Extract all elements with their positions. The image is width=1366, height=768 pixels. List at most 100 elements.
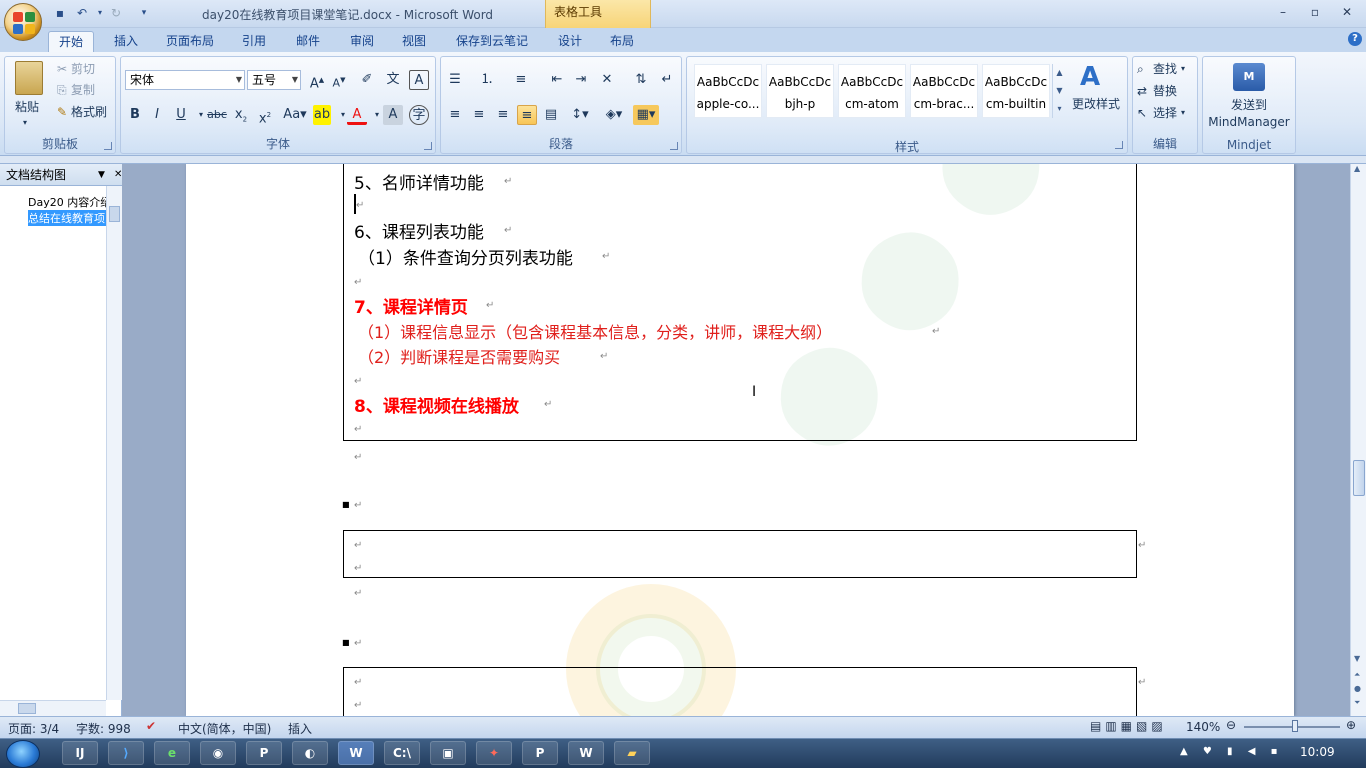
select-icon[interactable]: ↖	[1137, 105, 1147, 121]
grow-font-icon[interactable]: A▲	[307, 70, 327, 91]
cut-button[interactable]: 剪切	[71, 61, 95, 77]
word-count[interactable]: 字数: 998	[76, 720, 131, 737]
scroll-thumb[interactable]	[1353, 460, 1365, 496]
multilevel-list-icon[interactable]: ≡	[511, 70, 531, 90]
shrink-font-icon[interactable]: A▼	[329, 70, 349, 90]
format-painter-button[interactable]: 格式刷	[71, 104, 107, 120]
find-icon[interactable]: ⌕	[1137, 61, 1144, 77]
highlight-icon[interactable]: ab	[313, 105, 331, 125]
taskbar-game-icon[interactable]: ✦	[476, 741, 512, 765]
office-button[interactable]	[4, 3, 42, 41]
copy-button[interactable]: 复制	[71, 82, 95, 98]
empty-table[interactable]	[343, 667, 1137, 716]
find-button[interactable]: 查找	[1153, 61, 1177, 77]
shading-icon[interactable]: ◈▾	[601, 105, 627, 125]
taskbar-vscode-icon[interactable]: ⟩	[108, 741, 144, 765]
document-page[interactable]: ⬤ ⬤ ⬤ 5、名师详情功能 ↵ ↵ 6、课程列表功能 ↵ （1）条件查询分页列…	[186, 164, 1294, 716]
change-styles-icon[interactable]: A	[1080, 62, 1100, 92]
clear-formatting-icon[interactable]: ✐	[357, 70, 377, 90]
taskbar-files-icon[interactable]: ▣	[430, 741, 466, 765]
font-launcher-icon[interactable]	[424, 142, 432, 150]
taskbar-powerpoint2-icon[interactable]: P	[522, 741, 558, 765]
style-cm-atom[interactable]: AaBbCcDc cm-atom	[838, 64, 906, 118]
underline-icon[interactable]: U	[171, 105, 191, 125]
docmap-vertical-scrollbar[interactable]	[106, 186, 122, 700]
tab-insert[interactable]: 插入	[104, 31, 148, 52]
select-button[interactable]: 选择	[1153, 105, 1177, 121]
docmap-item-selected[interactable]: 总结在线教育项	[28, 210, 106, 226]
taskbar-powerpoint-icon[interactable]: P	[246, 741, 282, 765]
tab-layout[interactable]: 布局	[600, 31, 644, 52]
taskbar-word-icon[interactable]: W	[338, 741, 374, 765]
tab-mailings[interactable]: 邮件	[286, 31, 330, 52]
change-styles-button[interactable]: 更改样式	[1072, 96, 1120, 112]
paste-button[interactable]: 粘贴	[15, 99, 39, 115]
zoom-slider-thumb[interactable]	[1292, 720, 1298, 732]
taskbar-clock[interactable]: 10:09	[1300, 745, 1335, 759]
paragraph-launcher-icon[interactable]	[670, 142, 678, 150]
minimize-button[interactable]: –	[1270, 2, 1296, 22]
bold-icon[interactable]: B	[125, 105, 145, 125]
page-count[interactable]: 页面: 3/4	[8, 720, 59, 737]
help-icon[interactable]: ?	[1348, 32, 1362, 46]
insert-mode[interactable]: 插入	[288, 720, 312, 737]
scroll-up-icon[interactable]: ▲	[1354, 164, 1360, 173]
find-dropdown-icon[interactable]: ▾	[1181, 61, 1185, 77]
tray-icons[interactable]: ▲ ♥ ▮ ◀ ▪	[1180, 746, 1283, 757]
close-button[interactable]: ✕	[1334, 2, 1360, 22]
clipboard-launcher-icon[interactable]	[104, 142, 112, 150]
taskbar-folder-icon[interactable]: ▰	[614, 741, 650, 765]
tab-design[interactable]: 设计	[548, 31, 592, 52]
taskbar-ie-icon[interactable]: e	[154, 741, 190, 765]
paste-icon[interactable]	[15, 61, 43, 95]
show-marks-icon[interactable]: ↵	[657, 70, 677, 90]
tab-save-to-cloud-notes[interactable]: 保存到云笔记	[446, 31, 538, 52]
character-border-icon[interactable]: A	[409, 70, 429, 90]
align-left-icon[interactable]: ≡	[445, 105, 465, 125]
taskbar-media-icon[interactable]: ◐	[292, 741, 328, 765]
docmap-scroll-thumb[interactable]	[109, 206, 120, 222]
scroll-down-icon[interactable]: ▼	[1354, 654, 1360, 663]
paste-dropdown-icon[interactable]: ▾	[23, 115, 27, 131]
replace-button[interactable]: 替换	[1153, 83, 1177, 99]
chinese-layout-icon[interactable]: ✕	[597, 70, 617, 90]
align-right-icon[interactable]: ≡	[493, 105, 513, 125]
chevron-down-icon[interactable]: ▼	[98, 164, 105, 186]
style-bjh-p[interactable]: AaBbCcDc bjh-p	[766, 64, 834, 118]
taskbar-intellij-icon[interactable]: IJ	[62, 741, 98, 765]
character-shading-icon[interactable]: A	[383, 105, 403, 125]
bullets-icon[interactable]: ☰	[445, 70, 465, 90]
justify-icon[interactable]: ≡	[517, 105, 537, 125]
vertical-scrollbar[interactable]: ▲ ▼ ⏶ ● ⏷	[1350, 164, 1366, 716]
tab-view[interactable]: 视图	[392, 31, 436, 52]
send-to-label-1[interactable]: 发送到	[1203, 97, 1295, 113]
view-buttons-icon[interactable]: ▤▥▦▧▨	[1090, 719, 1167, 733]
style-cm-bracket[interactable]: AaBbCcDc cm-brac...	[910, 64, 978, 118]
zoom-level[interactable]: 140%	[1186, 720, 1220, 734]
send-to-label-2[interactable]: MindManager	[1203, 114, 1295, 130]
docmap-horizontal-scrollbar[interactable]	[0, 700, 106, 716]
language[interactable]: 中文(简体，中国)	[178, 720, 271, 737]
increase-indent-icon[interactable]: ⇥	[571, 70, 591, 90]
redo-icon[interactable]: ↻	[108, 5, 124, 21]
docmap-hscroll-thumb[interactable]	[18, 703, 36, 714]
maximize-button[interactable]: ▫	[1302, 2, 1328, 22]
align-center-icon[interactable]: ≡	[469, 105, 489, 125]
borders-icon[interactable]: ▦▾	[633, 105, 659, 125]
zoom-out-icon[interactable]: ⊖	[1226, 718, 1236, 732]
styles-scroll-icon[interactable]: ▲ ▼ ▾	[1052, 64, 1066, 118]
start-button[interactable]	[6, 740, 40, 768]
browse-object-icon[interactable]: ●	[1354, 684, 1361, 693]
taskbar-word2-icon[interactable]: W	[568, 741, 604, 765]
select-dropdown-icon[interactable]: ▾	[1181, 105, 1185, 121]
proofing-icon[interactable]: ✔	[146, 719, 156, 733]
style-apple-converted[interactable]: AaBbCcDc apple-co...	[694, 64, 762, 118]
taskbar-terminal-icon[interactable]: C:\	[384, 741, 420, 765]
font-name-combo[interactable]: 宋体 ▼	[125, 70, 245, 90]
line-spacing-icon[interactable]: ↕▾	[567, 105, 593, 125]
styles-launcher-icon[interactable]	[1115, 141, 1123, 149]
tab-references[interactable]: 引用	[232, 31, 276, 52]
docmap-item[interactable]: Day20 内容介绍	[28, 194, 106, 210]
subscript-icon[interactable]: x2	[231, 105, 251, 125]
save-icon[interactable]: ▪	[52, 5, 68, 21]
